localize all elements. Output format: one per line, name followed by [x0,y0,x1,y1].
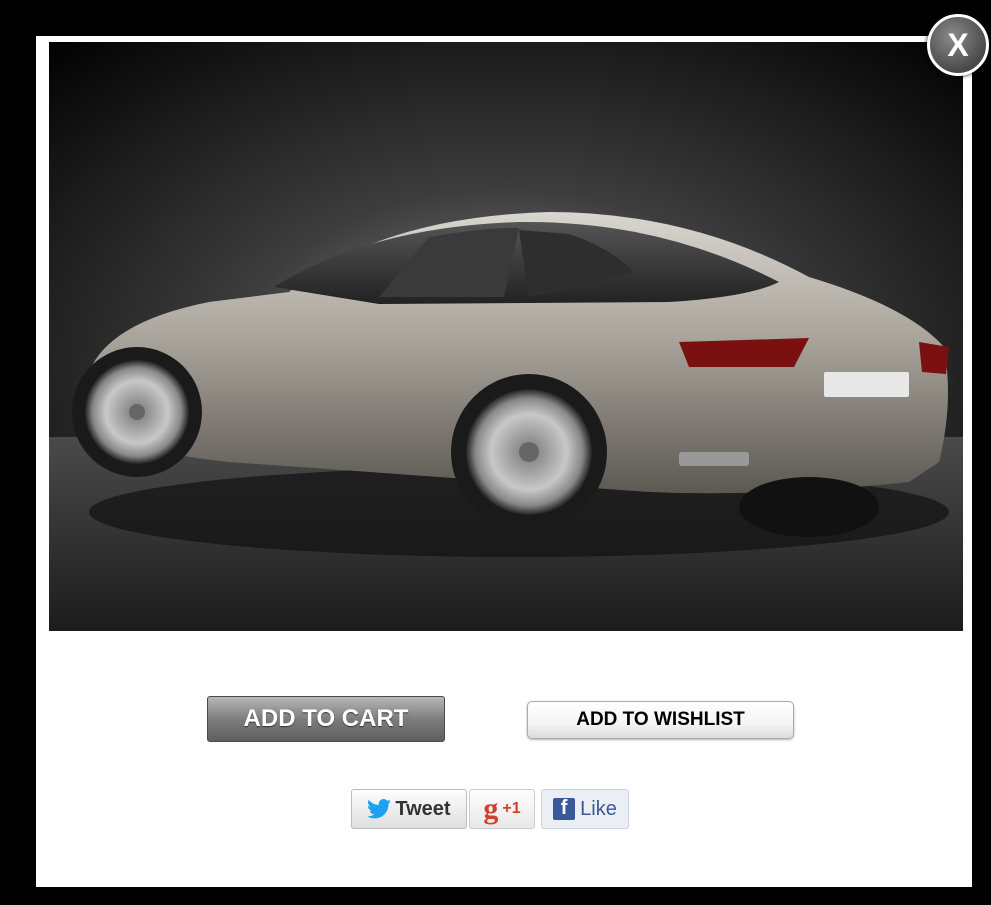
twitter-bird-icon [367,799,392,819]
tweet-button[interactable]: Tweet [351,789,467,829]
facebook-icon: f [553,798,576,820]
tweet-label: Tweet [395,797,451,820]
add-to-wishlist-button[interactable]: ADD TO WISHLIST [527,701,794,739]
add-to-cart-button[interactable]: ADD TO CART [207,696,445,742]
google-plus-icon: g [483,792,499,825]
product-lightbox: ADD TO CART ADD TO WISHLIST Tweet g +1 f… [36,36,972,887]
plus-one-label: +1 [502,800,521,817]
google-plus-one-button[interactable]: g +1 [469,789,535,829]
product-image [49,42,963,631]
car-illustration [49,42,963,631]
facebook-like-button[interactable]: f Like [541,789,629,829]
close-button[interactable]: X [927,14,989,76]
like-label: Like [580,797,617,820]
